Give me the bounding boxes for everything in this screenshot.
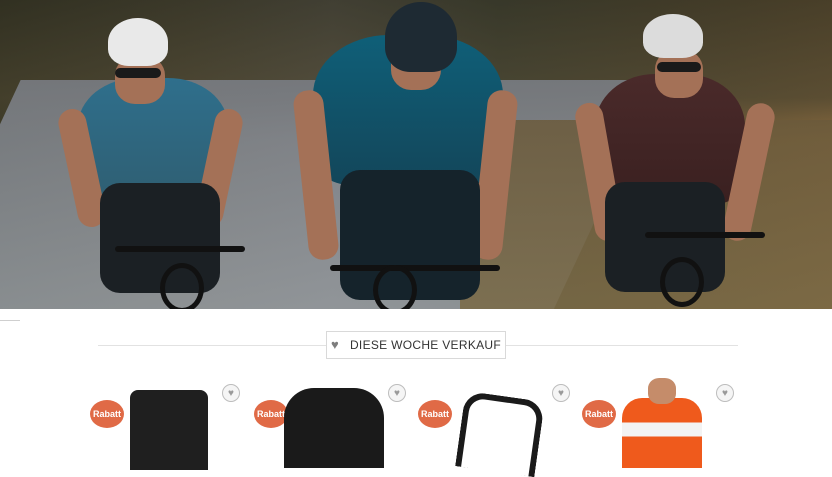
product-image-bottle-cage[interactable] — [455, 390, 545, 477]
sale-badge: Rabatt — [90, 400, 124, 428]
heart-icon: ♥ — [330, 337, 339, 352]
edge-divider — [0, 320, 20, 321]
sale-badge: Rabatt — [254, 400, 288, 428]
cyclist-right — [573, 12, 785, 309]
section-title: DIESE WOCHE VERKAUF — [349, 338, 502, 352]
hero-banner-image — [0, 0, 832, 309]
product-image-orange-jersey[interactable] — [622, 398, 702, 468]
product-image-protective-jacket[interactable] — [284, 388, 384, 468]
product-image-bib-shorts[interactable] — [130, 390, 208, 470]
model-head — [648, 378, 676, 404]
wishlist-heart-icon[interactable]: ♥ — [552, 384, 570, 402]
wishlist-heart-icon[interactable]: ♥ — [716, 384, 734, 402]
product-card[interactable]: Rabatt ♥ — [254, 378, 414, 468]
wishlist-heart-icon[interactable]: ♥ — [388, 384, 406, 402]
cyclist-middle — [292, 0, 525, 309]
section-title-badge: ♥ DIESE WOCHE VERKAUF — [326, 331, 506, 359]
wishlist-heart-icon[interactable]: ♥ — [222, 384, 240, 402]
sale-badge: Rabatt — [582, 400, 616, 428]
product-card[interactable]: Rabatt ♥ — [582, 378, 742, 468]
sale-badge: Rabatt — [418, 400, 452, 428]
cyclist-left — [55, 18, 260, 309]
product-card[interactable]: Rabatt ♥ — [90, 378, 250, 470]
product-card[interactable]: Rabatt ♥ — [418, 378, 578, 477]
